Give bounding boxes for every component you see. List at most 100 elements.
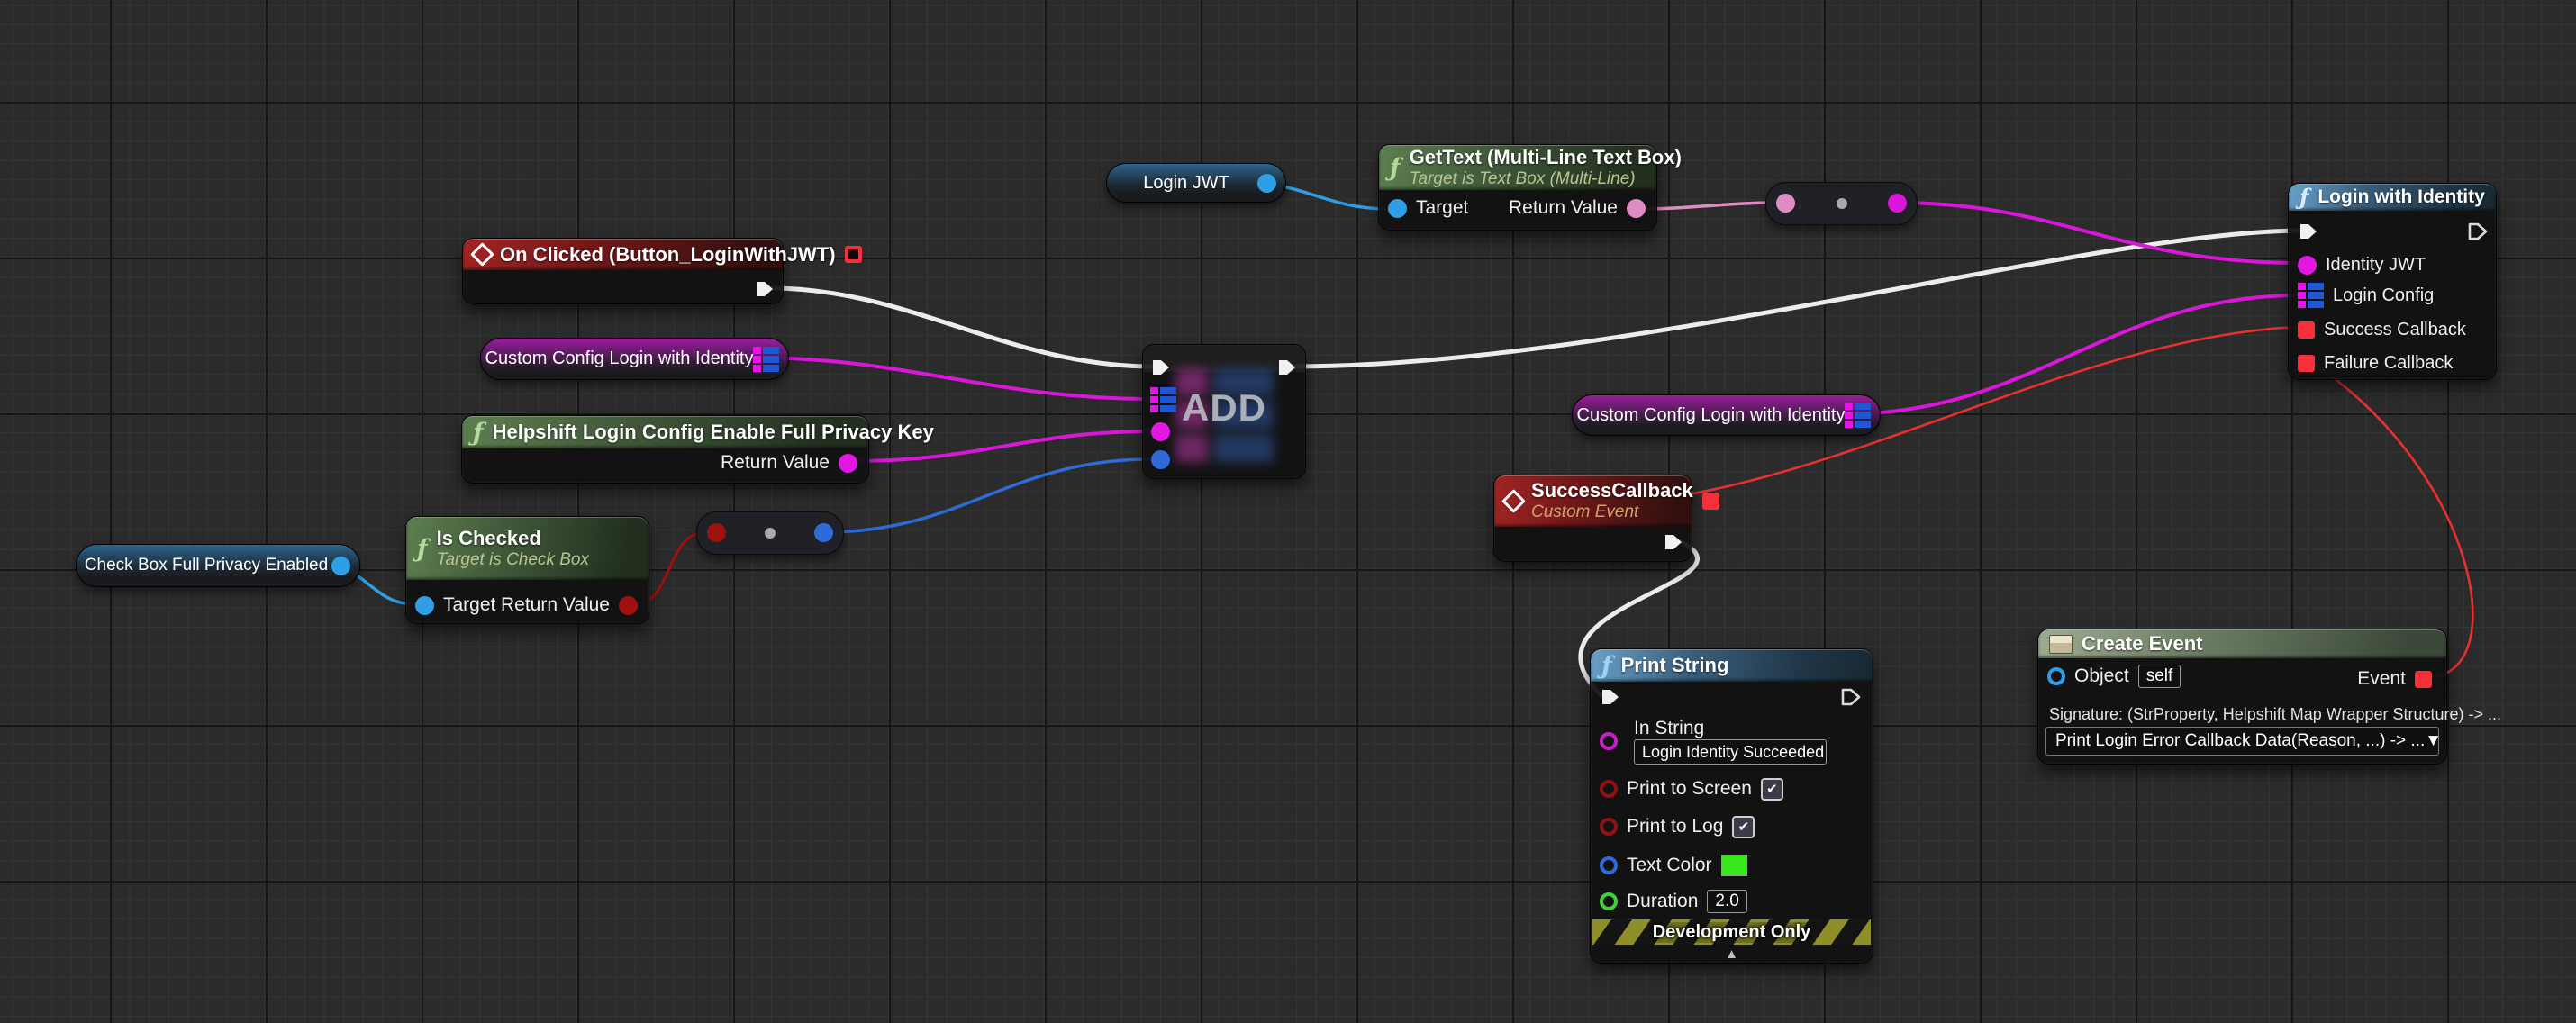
text-color-row: Text Color <box>1600 855 1747 876</box>
node-create-event[interactable]: Create Event Object self Event Signature… <box>2037 629 2447 765</box>
node-header: ƒ Login with Identity <box>2289 184 2496 211</box>
target-pin[interactable] <box>415 596 434 615</box>
return-pin-row: Return Value <box>1509 197 1646 219</box>
node-title: On Clicked (Button_LoginWithJWT) <box>500 243 836 267</box>
exec-out-row <box>1663 531 1684 553</box>
node-gettext-multiline[interactable]: ƒ GetText (Multi-Line Text Box) Target i… <box>1378 144 1657 231</box>
in-string-input[interactable]: Login Identity Succeeded <box>1634 739 1827 765</box>
return-value-pin[interactable] <box>839 454 857 473</box>
text-color-pin[interactable] <box>1600 856 1618 874</box>
in-string-pin[interactable] <box>1600 732 1618 750</box>
duration-pin[interactable] <box>1600 892 1618 910</box>
node-conversion-text[interactable] <box>1765 182 1918 225</box>
print-to-screen-checkbox[interactable]: ✔ <box>1761 778 1783 801</box>
target-pin-row: Target <box>415 594 495 616</box>
exec-out-pin[interactable] <box>1663 531 1684 553</box>
function-icon: ƒ <box>473 421 484 445</box>
node-subtitle: Target is Text Box (Multi-Line) <box>1410 169 1682 189</box>
map-out-pin[interactable] <box>1845 403 1871 428</box>
wire-text-gettext-convert <box>1643 203 1777 209</box>
function-select-dropdown[interactable]: Print Login Error Callback Data(Reason, … <box>2045 727 2439 756</box>
node-map-add[interactable]: ADD <box>1142 344 1306 479</box>
login-config-row: Login Config <box>2298 285 2434 306</box>
wire-map-customconfig-loginconfig <box>1843 295 2299 414</box>
return-pin-row: Return Value <box>721 452 857 474</box>
text-color-swatch[interactable] <box>1721 855 1747 876</box>
node-header: SuccessCallback Custom Event <box>1494 475 1692 527</box>
create-event-icon <box>2049 635 2073 654</box>
exec-in-pin[interactable] <box>1150 357 1172 378</box>
object-pin[interactable] <box>2047 667 2065 685</box>
key-pin[interactable] <box>1151 422 1170 441</box>
print-to-log-checkbox[interactable]: ✔ <box>1732 816 1755 838</box>
node-custom-config-variable-right[interactable]: Custom Config Login with Identity <box>1572 394 1881 436</box>
node-is-checked[interactable]: ƒ Is Checked Target is Check Box Target … <box>405 516 649 624</box>
identity-jwt-row: Identity JWT <box>2298 254 2426 276</box>
value-out-pin[interactable] <box>814 523 833 542</box>
map-out-pin[interactable] <box>753 347 779 372</box>
exec-out-pin[interactable] <box>2467 221 2489 242</box>
duration-row: Duration 2.0 <box>1600 891 1747 912</box>
node-success-callback-event[interactable]: SuccessCallback Custom Event <box>1493 475 1692 562</box>
wires-layer <box>0 0 2576 1023</box>
node-custom-config-variable-left[interactable]: Custom Config Login with Identity <box>480 338 789 380</box>
exec-out-row <box>2467 221 2489 242</box>
node-helpshift-privacy-key[interactable]: ƒ Helpshift Login Config Enable Full Pri… <box>461 415 869 484</box>
target-pin-row: Target <box>1388 197 1468 219</box>
node-print-string[interactable]: ƒ Print String In String Login Identity … <box>1590 648 1873 964</box>
value-pin[interactable] <box>1151 450 1170 469</box>
exec-in-pin[interactable] <box>1600 686 1621 708</box>
exec-in-pin[interactable] <box>2298 221 2319 242</box>
node-title: Create Event <box>2082 632 2203 656</box>
failure-callback-pin[interactable] <box>2298 355 2315 372</box>
bool-in-pin[interactable] <box>707 523 726 542</box>
failure-callback-row: Failure Callback <box>2298 352 2453 374</box>
login-config-pin[interactable] <box>2298 283 2324 308</box>
collapse-arrow[interactable]: ▲ <box>1591 946 1873 962</box>
return-value-pin[interactable] <box>619 596 638 615</box>
node-checkbox-variable[interactable]: Check Box Full Privacy Enabled <box>76 544 360 587</box>
event-delegate-pin[interactable] <box>2415 671 2432 688</box>
node-subtitle: Target is Check Box <box>437 550 589 570</box>
node-onclicked-event[interactable]: On Clicked (Button_LoginWithJWT) <box>462 238 784 304</box>
node-title: Print String <box>1621 654 1729 677</box>
node-title: GetText (Multi-Line Text Box) <box>1410 146 1682 169</box>
exec-out-row <box>754 278 776 300</box>
wire-string-convert-identityjwt <box>1896 203 2300 263</box>
text-in-pin[interactable] <box>1776 194 1795 213</box>
identity-jwt-pin[interactable] <box>2298 256 2317 275</box>
exec-out-pin[interactable] <box>1276 357 1298 378</box>
duration-input[interactable]: 2.0 <box>1707 890 1746 913</box>
print-to-log-row: Print to Log ✔ <box>1600 816 1755 837</box>
target-map-pin[interactable] <box>1150 387 1176 412</box>
function-icon: ƒ <box>1601 654 1612 678</box>
variable-label: Login JWT <box>1143 173 1229 194</box>
target-pin[interactable] <box>1388 199 1407 218</box>
wire-map-customconfig-add <box>751 358 1151 399</box>
wire-exec-add-loginidentity <box>1293 231 2302 367</box>
object-self-input[interactable]: self <box>2138 665 2181 688</box>
exec-out-pin[interactable] <box>1840 686 1862 708</box>
delegate-pin[interactable] <box>1702 493 1719 510</box>
variable-label: Check Box Full Privacy Enabled <box>85 556 328 575</box>
variable-label: Custom Config Login with Identity <box>485 349 754 369</box>
exec-out-pin[interactable] <box>754 278 776 300</box>
print-to-screen-pin[interactable] <box>1600 780 1618 798</box>
node-login-with-identity[interactable]: ƒ Login with Identity Identity JWT Login… <box>2288 183 2497 380</box>
exec-out-row <box>1276 357 1298 378</box>
exec-in-row <box>1600 686 1621 708</box>
return-value-pin[interactable] <box>1627 199 1646 218</box>
success-callback-pin[interactable] <box>2298 321 2315 339</box>
event-pin-row: Event <box>2357 668 2432 690</box>
object-out-pin[interactable] <box>331 557 350 575</box>
delegate-pin[interactable] <box>845 246 862 263</box>
node-title: Login with Identity <box>2317 186 2484 208</box>
success-callback-row: Success Callback <box>2298 319 2466 340</box>
node-conversion-bool[interactable] <box>696 512 844 555</box>
object-out-pin[interactable] <box>1257 174 1276 193</box>
blueprint-graph-canvas[interactable]: Login JWT ƒ GetText (Multi-Line Text Box… <box>0 0 2576 1023</box>
string-out-pin[interactable] <box>1888 194 1907 213</box>
node-login-jwt-variable[interactable]: Login JWT <box>1106 163 1286 203</box>
print-to-log-pin[interactable] <box>1600 818 1618 836</box>
exec-out-row <box>1840 686 1862 708</box>
